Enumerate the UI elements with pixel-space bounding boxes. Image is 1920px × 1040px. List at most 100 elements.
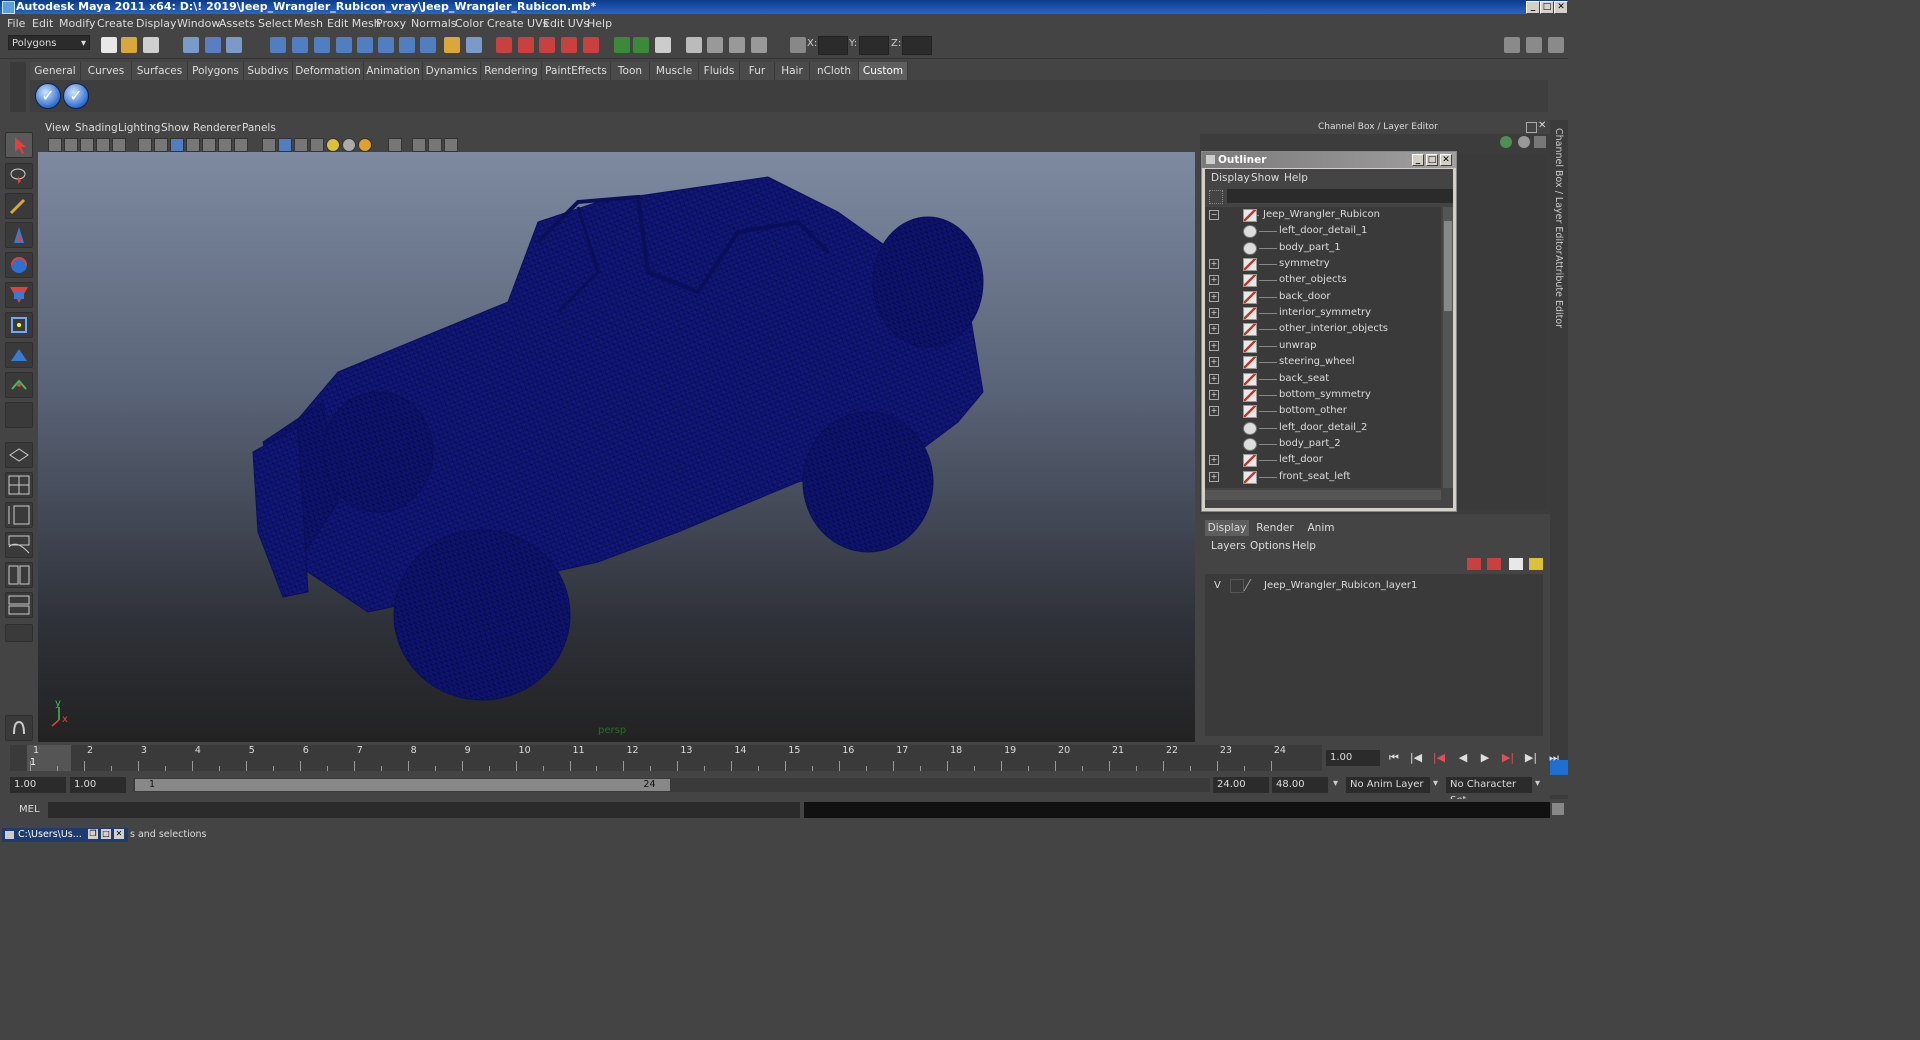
absolute-transform-icon[interactable] bbox=[790, 37, 806, 53]
close-icon[interactable]: ✕ bbox=[1538, 120, 1546, 131]
animation-end-field[interactable]: 48.00 bbox=[1272, 777, 1328, 793]
playback-end-field[interactable]: 24.00 bbox=[1213, 777, 1269, 793]
close-icon[interactable]: ✕ bbox=[114, 829, 124, 839]
xray-icon[interactable] bbox=[412, 138, 426, 152]
tab-display[interactable]: Display bbox=[1205, 520, 1249, 536]
expand-icon[interactable]: + bbox=[1209, 471, 1219, 482]
snap-grid-icon[interactable] bbox=[270, 37, 286, 53]
close-button[interactable]: ✕ bbox=[1440, 154, 1452, 166]
step-back-key-icon[interactable]: |◀ bbox=[1431, 751, 1447, 765]
tab-hair[interactable]: Hair bbox=[775, 62, 810, 80]
step-back-frame-icon[interactable]: |◀ bbox=[1408, 751, 1424, 765]
lock-icon[interactable] bbox=[444, 37, 460, 53]
snap-view-plane-icon[interactable] bbox=[336, 37, 352, 53]
tab-deformation[interactable]: Deformation bbox=[293, 62, 364, 80]
restore-icon[interactable]: ❐ bbox=[88, 829, 98, 839]
single-perspective-layout-icon[interactable] bbox=[5, 442, 33, 468]
tab-custom[interactable]: Custom bbox=[859, 62, 908, 80]
tab-subdivs[interactable]: Subdivs bbox=[244, 62, 293, 80]
isolate-select-icon[interactable] bbox=[388, 138, 402, 152]
rotate-tool-icon[interactable] bbox=[5, 252, 33, 278]
outliner-item[interactable]: + front_seat_left bbox=[1205, 469, 1441, 485]
menu-help[interactable]: Help bbox=[587, 17, 612, 30]
tab-fur[interactable]: Fur bbox=[740, 62, 775, 80]
outliner-item[interactable]: body_part_1 bbox=[1205, 240, 1441, 256]
show-hide-channel-box-icon[interactable] bbox=[655, 37, 671, 53]
y-field[interactable] bbox=[859, 36, 889, 55]
menu-normals[interactable]: Normals bbox=[411, 17, 457, 30]
ipr-render-icon[interactable] bbox=[518, 37, 534, 53]
show-hide-tool-settings-icon[interactable] bbox=[633, 37, 649, 53]
tab-toon[interactable]: Toon bbox=[611, 62, 650, 80]
menu-mesh[interactable]: Mesh bbox=[294, 17, 323, 30]
smooth-shade-icon[interactable] bbox=[278, 138, 292, 152]
expand-icon[interactable]: + bbox=[1209, 357, 1219, 368]
tab-surfaces[interactable]: Surfaces bbox=[132, 62, 188, 80]
make-live-icon[interactable] bbox=[357, 37, 373, 53]
expand-icon[interactable]: + bbox=[1209, 308, 1219, 319]
select-component-icon[interactable] bbox=[226, 37, 242, 53]
menu-edit-uvs[interactable]: Edit UVs bbox=[543, 17, 589, 30]
empty-tool-slot[interactable] bbox=[5, 402, 33, 428]
viewport-menu-view[interactable]: View bbox=[45, 122, 70, 134]
tab-channel-box[interactable]: Channel Box / Layer Editor bbox=[1553, 128, 1564, 255]
scrollbar-thumb[interactable] bbox=[1444, 221, 1452, 311]
range-slider[interactable]: 1 24 bbox=[133, 778, 1210, 792]
help-icon[interactable] bbox=[420, 37, 436, 53]
menu-proxy[interactable]: Proxy bbox=[376, 17, 406, 30]
camera-icon[interactable] bbox=[707, 37, 723, 53]
minimize-button[interactable]: _ bbox=[1412, 154, 1424, 166]
expand-icon[interactable]: + bbox=[1209, 340, 1219, 351]
move-tool-icon[interactable] bbox=[5, 222, 33, 248]
collapse-icon[interactable]: − bbox=[1209, 210, 1219, 220]
viewport-menu-panels[interactable]: Panels bbox=[242, 122, 276, 134]
expand-icon[interactable]: + bbox=[1209, 389, 1219, 400]
toolbox-options-icon[interactable] bbox=[5, 624, 33, 642]
character-set-dropdown[interactable]: No Character Set bbox=[1446, 777, 1532, 806]
tab-anim[interactable]: Anim bbox=[1301, 520, 1341, 536]
panel-layout-icon[interactable] bbox=[686, 37, 702, 53]
menu-create-uvs[interactable]: Create UVs bbox=[487, 17, 548, 30]
menu-set-dropdown[interactable]: Polygons ▾ bbox=[8, 35, 90, 50]
layout-attribute-icon[interactable] bbox=[1548, 37, 1564, 53]
layout-channel-icon[interactable] bbox=[1504, 37, 1520, 53]
new-layer-selected-icon[interactable] bbox=[1529, 558, 1543, 570]
all-lights-icon[interactable] bbox=[342, 138, 356, 152]
playback-start-field[interactable]: 1.00 bbox=[70, 777, 126, 793]
last-tool-icon[interactable] bbox=[5, 372, 33, 398]
tab-dynamics[interactable]: Dynamics bbox=[423, 62, 481, 80]
animation-start-field[interactable]: 1.00 bbox=[10, 777, 66, 793]
new-layer-icon[interactable] bbox=[1509, 558, 1523, 570]
anim-layer-dropdown[interactable]: No Anim Layer bbox=[1346, 777, 1430, 793]
snap-curve-icon[interactable] bbox=[292, 37, 308, 53]
move-layer-up-icon[interactable] bbox=[1467, 558, 1481, 570]
go-to-end-icon[interactable]: ⏭ bbox=[1546, 751, 1562, 765]
outliner-vertical-scrollbar[interactable] bbox=[1443, 207, 1453, 488]
channel-options-icon[interactable] bbox=[1518, 136, 1530, 148]
tab-muscle[interactable]: Muscle bbox=[650, 62, 699, 80]
go-to-start-icon[interactable]: ⏮ bbox=[1386, 751, 1402, 765]
outliner-item[interactable]: + symmetry bbox=[1205, 256, 1441, 272]
tab-curves[interactable]: Curves bbox=[81, 62, 132, 80]
channel-key-icon[interactable] bbox=[1500, 136, 1512, 148]
tab-ncloth[interactable]: nCloth bbox=[810, 62, 859, 80]
render-settings-icon[interactable] bbox=[539, 37, 555, 53]
expand-icon[interactable]: + bbox=[1209, 324, 1219, 335]
float-panel-icon[interactable] bbox=[1526, 122, 1537, 133]
step-forward-frame-icon[interactable]: ▶| bbox=[1523, 751, 1539, 765]
perspective-viewport[interactable]: y x persp bbox=[38, 152, 1195, 742]
help-menu[interactable]: Help bbox=[1292, 540, 1316, 552]
viewport-menu-lighting[interactable]: Lighting bbox=[118, 122, 160, 134]
image-plane-icon[interactable] bbox=[751, 37, 767, 53]
outliner-item[interactable]: + other_objects bbox=[1205, 272, 1441, 288]
share-icon[interactable] bbox=[444, 138, 458, 152]
viewport-menu-shading[interactable]: Shading bbox=[75, 122, 118, 134]
menu-color[interactable]: Color bbox=[455, 17, 484, 30]
expand-icon[interactable]: + bbox=[1209, 373, 1219, 384]
wireframe-icon[interactable] bbox=[262, 138, 276, 152]
outliner-item[interactable]: + back_seat bbox=[1205, 371, 1441, 387]
render-current-icon[interactable] bbox=[496, 37, 512, 53]
graph-editor-layout-icon[interactable] bbox=[5, 532, 33, 558]
move-layer-down-icon[interactable] bbox=[1487, 558, 1501, 570]
minimize-button[interactable]: _ bbox=[1526, 1, 1540, 14]
